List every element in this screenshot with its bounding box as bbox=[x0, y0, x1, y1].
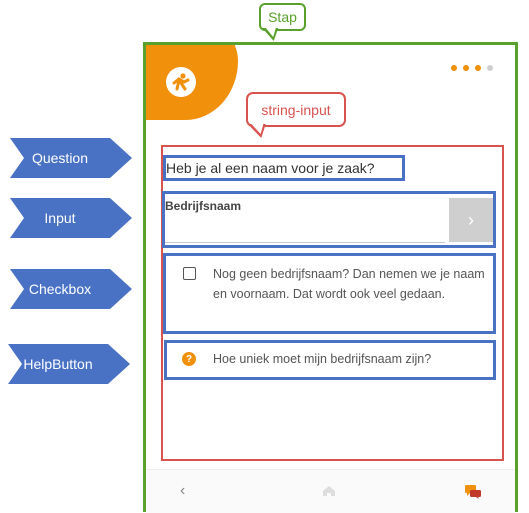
no-name-checkbox[interactable] bbox=[183, 267, 196, 280]
chevron-left-icon[interactable]: ‹ bbox=[180, 482, 185, 500]
help-button-arrow-label: HelpButton bbox=[23, 356, 93, 372]
step-callout: Stap bbox=[259, 3, 306, 31]
submit-button[interactable]: › bbox=[449, 198, 493, 242]
checkbox-arrow-label: Checkbox bbox=[28, 281, 92, 297]
progress-dot-active bbox=[451, 65, 457, 71]
question-arrow-label: Question bbox=[31, 150, 89, 166]
question-arrow: Question bbox=[10, 138, 132, 178]
checkbox-label[interactable]: Nog geen bedrijfsnaam? Dan nemen we je n… bbox=[213, 264, 485, 304]
home-icon[interactable] bbox=[322, 484, 336, 496]
chevron-right-icon: › bbox=[468, 209, 474, 230]
logo-icon bbox=[166, 67, 196, 97]
input-underline bbox=[165, 242, 445, 243]
input-label: Bedrijfsnaam bbox=[165, 199, 242, 213]
help-button-arrow: HelpButton bbox=[8, 344, 130, 384]
checkbox-arrow: Checkbox bbox=[10, 269, 132, 309]
company-name-input[interactable] bbox=[165, 215, 445, 241]
component-callout-label: string-input bbox=[261, 101, 331, 118]
progress-dots bbox=[451, 65, 493, 71]
question-mark-icon[interactable]: ? bbox=[182, 352, 196, 366]
input-arrow: Input bbox=[10, 198, 132, 238]
help-button[interactable]: Hoe uniek moet mijn bedrijfsnaam zijn? bbox=[213, 352, 431, 366]
progress-dot-inactive bbox=[487, 65, 493, 71]
step-callout-tail-inner bbox=[265, 28, 279, 37]
input-arrow-label: Input bbox=[44, 210, 76, 226]
progress-dot-active bbox=[463, 65, 469, 71]
question-text: Heb je al een naam voor je zaak? bbox=[166, 160, 375, 176]
step-callout-label: Stap bbox=[268, 9, 297, 25]
progress-dot-active bbox=[475, 65, 481, 71]
component-callout: string-input bbox=[246, 92, 346, 127]
chat-icon[interactable] bbox=[465, 485, 481, 499]
